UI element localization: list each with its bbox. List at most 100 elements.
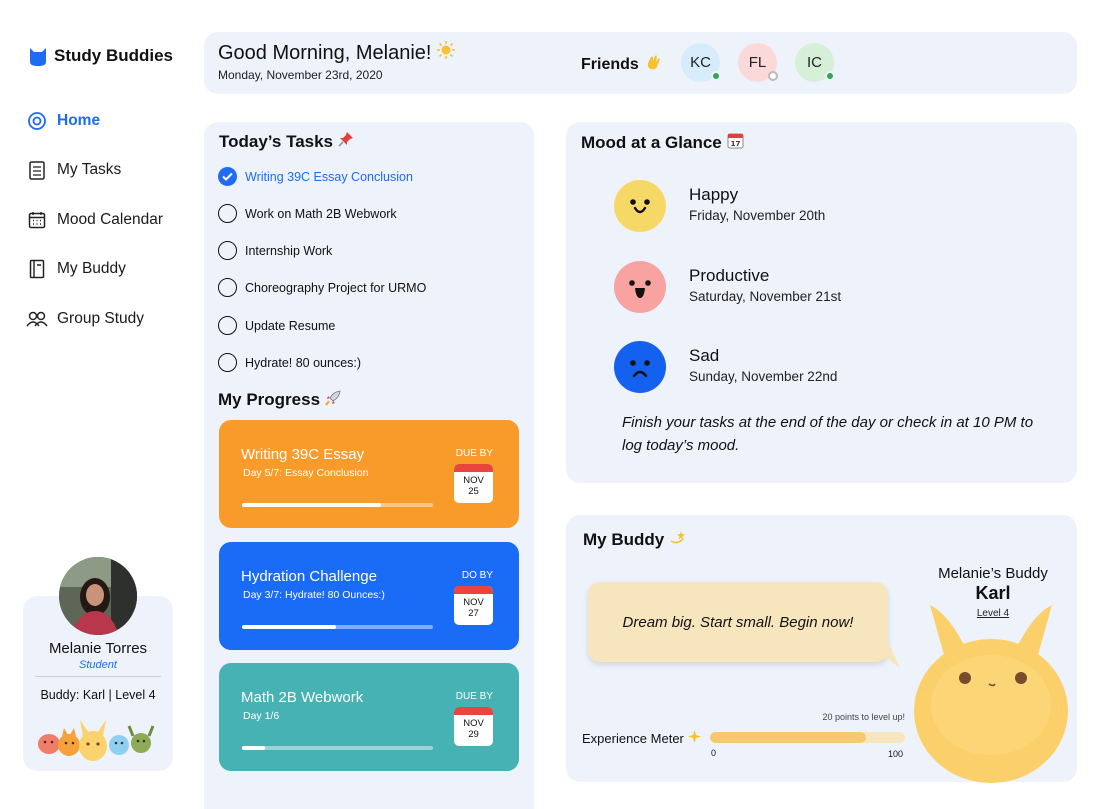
happy-face-icon xyxy=(614,180,666,232)
friend-avatar-ic[interactable]: IC xyxy=(795,43,835,82)
due-month: NOV xyxy=(463,718,484,729)
friends-label-text: Friends xyxy=(581,55,639,73)
excited-face-icon xyxy=(614,261,666,313)
friend-initials: KC xyxy=(690,54,711,71)
buddy-panel: My Buddy Dream big. Start small. Begin n… xyxy=(566,515,1077,783)
profile-role: Student xyxy=(79,659,117,671)
greeting-text: Good Morning, Melanie! xyxy=(218,41,432,64)
sidebar-item-my-buddy[interactable]: My Buddy xyxy=(26,245,196,295)
xp-min-label: 0 xyxy=(711,748,717,758)
buddy-critters-illustration xyxy=(38,720,155,761)
experience-meter-fill xyxy=(710,732,866,743)
pushpin-icon xyxy=(338,131,354,152)
mood-date: Friday, November 20th xyxy=(689,208,826,223)
online-status-dot xyxy=(711,71,721,81)
progress-title-text: My Progress xyxy=(218,390,321,409)
task-item[interactable]: Update Resume xyxy=(218,316,335,335)
mood-date: Sunday, November 22nd xyxy=(689,369,838,384)
home-icon xyxy=(26,110,48,132)
svg-text:17: 17 xyxy=(730,140,740,148)
calendar-header xyxy=(454,707,493,715)
friend-avatar-kc[interactable]: KC xyxy=(681,43,721,82)
sparkles-icon xyxy=(687,730,701,746)
checkbox[interactable] xyxy=(218,353,237,372)
sidebar-item-my-tasks[interactable]: My Tasks xyxy=(26,146,196,196)
progress-card[interactable]: Math 2B Webwork Day 1/6 DUE BY NOV 29 xyxy=(219,663,519,771)
sidebar-item-home[interactable]: Home xyxy=(26,96,196,146)
rocket-icon xyxy=(325,389,342,411)
current-date: Monday, November 23rd, 2020 xyxy=(218,68,383,82)
progress-card[interactable]: Writing 39C Essay Day 5/7: Essay Conclus… xyxy=(219,420,519,528)
checklist-icon xyxy=(26,159,48,181)
progress-bar xyxy=(242,625,433,629)
checkbox[interactable] xyxy=(218,278,237,297)
task-label: Choreography Project for URMO xyxy=(245,280,427,295)
checkbox[interactable] xyxy=(218,316,237,335)
task-item[interactable]: Hydrate! 80 ounces:) xyxy=(218,353,361,372)
group-icon xyxy=(26,308,48,330)
progress-card-title: Math 2B Webwork xyxy=(241,689,364,706)
calendar-emoji-icon: 17 xyxy=(727,132,744,154)
profile-card[interactable]: Melanie Torres Student Buddy: Karl | Lev… xyxy=(23,557,173,771)
due-day: 27 xyxy=(468,607,479,619)
progress-fill xyxy=(242,746,265,750)
sad-face-icon xyxy=(614,341,666,393)
task-item[interactable]: Internship Work xyxy=(218,241,332,260)
progress-card-title: Hydration Challenge xyxy=(241,568,377,585)
due-label: DO BY xyxy=(461,570,493,581)
calendar-date-badge: NOV 27 xyxy=(454,586,493,625)
sidebar-nav: Home My Tasks Mood Calendar My Buddy Gro… xyxy=(26,96,196,344)
profile-buddy-info: Buddy: Karl | Level 4 xyxy=(40,688,156,702)
calendar-header xyxy=(454,586,493,594)
progress-fill xyxy=(242,503,382,507)
task-label: Writing 39C Essay Conclusion xyxy=(245,169,413,184)
progress-bar xyxy=(242,746,433,750)
sidebar-item-label: Mood Calendar xyxy=(57,210,163,228)
task-item[interactable]: Writing 39C Essay Conclusion xyxy=(218,167,413,186)
buddy-speech-bubble: Dream big. Start small. Begin now! xyxy=(588,582,888,662)
tasks-panel: Today’s Tasks Writing 39C Essay Conclusi… xyxy=(204,122,534,809)
due-day: 29 xyxy=(468,728,479,740)
progress-bar xyxy=(242,503,433,507)
mood-title: Mood at a Glance 17 xyxy=(581,132,744,154)
mood-panel: Mood at a Glance 17 Happy Friday, Novemb… xyxy=(566,122,1077,483)
xp-label-text: Experience Meter xyxy=(582,730,684,746)
notebook-icon xyxy=(26,258,48,280)
friend-avatar-fl[interactable]: FL xyxy=(738,43,778,82)
karl-buddy-character[interactable] xyxy=(906,601,1076,783)
mood-title-text: Mood at a Glance xyxy=(581,133,722,152)
xp-label: Experience Meter xyxy=(582,730,701,746)
sun-icon xyxy=(437,41,456,65)
buddy-quote: Dream big. Start small. Begin now! xyxy=(622,613,854,631)
sidebar-item-mood-calendar[interactable]: Mood Calendar xyxy=(26,195,196,245)
calendar-date-badge: NOV 29 xyxy=(454,707,493,746)
task-label: Hydrate! 80 ounces:) xyxy=(245,355,362,370)
sidebar-item-group-study[interactable]: Group Study xyxy=(26,294,196,344)
task-item[interactable]: Choreography Project for URMO xyxy=(218,278,426,297)
progress-card-subtitle: Day 5/7: Essay Conclusion xyxy=(243,467,369,479)
dizzy-star-icon xyxy=(669,529,686,551)
tasks-title-text: Today’s Tasks xyxy=(219,131,334,151)
buddy-owner-label: Melanie’s Buddy xyxy=(938,565,1048,582)
calendar-header xyxy=(454,464,493,472)
waving-hand-icon xyxy=(644,53,662,76)
mood-instruction-note: Finish your tasks at the end of the day … xyxy=(622,414,1034,454)
calendar-icon xyxy=(26,209,48,231)
task-label: Work on Math 2B Webwork xyxy=(245,206,397,221)
friend-initials: FL xyxy=(748,54,767,71)
sidebar-item-label: My Tasks xyxy=(57,161,122,179)
sidebar-item-label: My Buddy xyxy=(57,260,126,278)
offline-status-dot xyxy=(768,71,778,81)
checkbox[interactable] xyxy=(218,241,237,260)
checkbox[interactable] xyxy=(218,204,237,223)
buddy-logo-icon xyxy=(30,48,46,66)
app-name: Study Buddies xyxy=(54,46,174,65)
due-label: DUE BY xyxy=(455,691,493,702)
task-item[interactable]: Work on Math 2B Webwork xyxy=(218,204,397,223)
app-logo[interactable]: Study Buddies xyxy=(26,44,173,68)
divider xyxy=(35,676,161,677)
progress-card[interactable]: Hydration Challenge Day 3/7: Hydrate! 80… xyxy=(219,542,519,650)
checked-checkbox-icon[interactable] xyxy=(218,167,237,186)
avatar[interactable] xyxy=(59,557,137,635)
mood-name: Happy xyxy=(689,185,739,204)
